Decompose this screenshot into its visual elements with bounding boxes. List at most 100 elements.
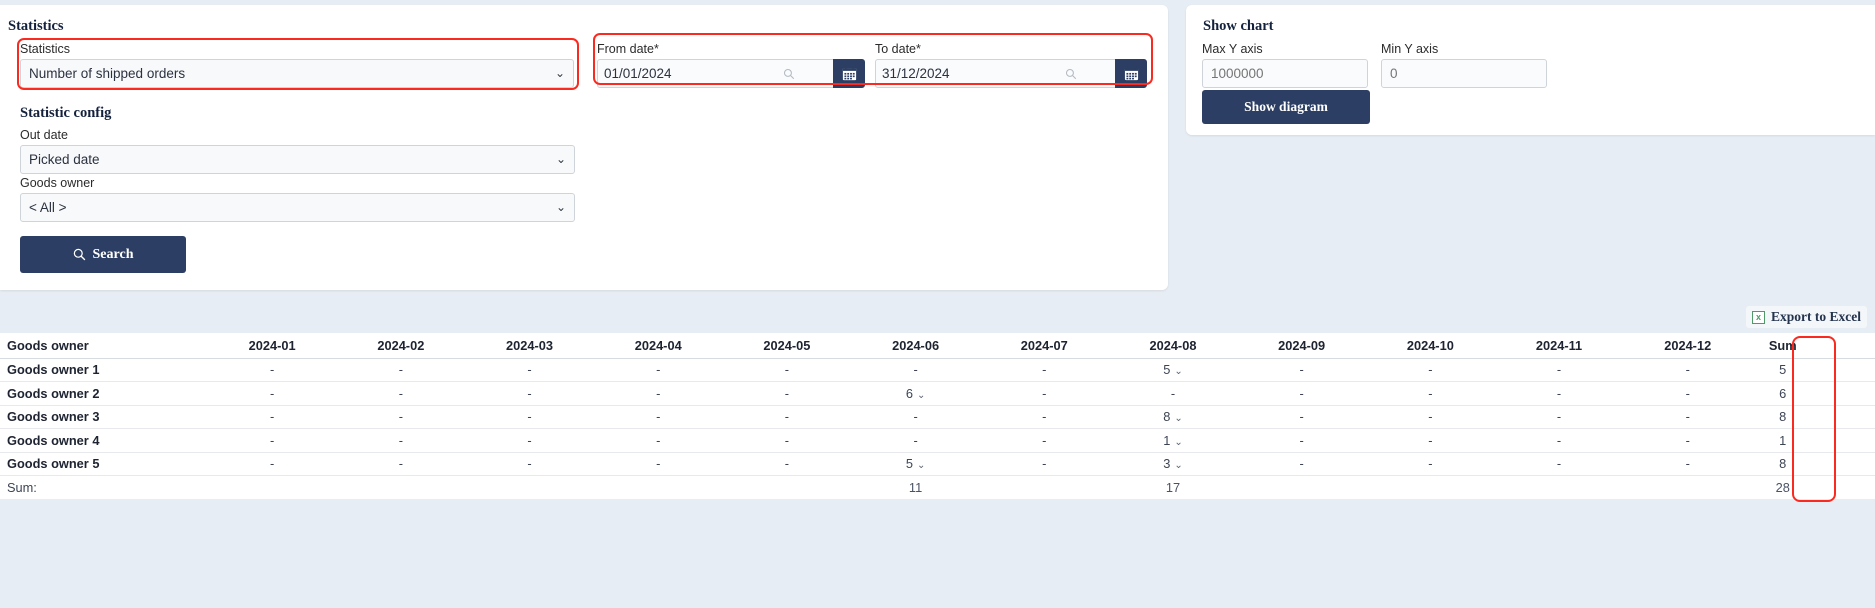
search-icon xyxy=(73,248,85,261)
cell-sum-2024-05 xyxy=(723,476,852,500)
export-to-excel-button[interactable]: x Export to Excel xyxy=(1746,306,1867,328)
cell-sum: 5 xyxy=(1752,358,1814,382)
chevron-down-icon[interactable]: ⌄ xyxy=(917,390,925,401)
cell-2024-04: - xyxy=(593,405,723,429)
cell-2024-06: - xyxy=(851,405,980,429)
cell-sum-label: Sum: xyxy=(7,480,37,495)
search-button[interactable]: Search xyxy=(20,236,186,273)
cell-2024-08[interactable]: 5 ⌄ xyxy=(1108,358,1238,382)
table-row: Goods owner 1- - - - - - -5 ⌄ - - - -5 xyxy=(0,358,1875,382)
cell-2024-07: - xyxy=(979,358,1109,382)
to-date-label: To date* xyxy=(875,42,921,56)
chevron-down-icon[interactable]: ⌄ xyxy=(1174,366,1182,377)
cell-2024-02: - xyxy=(336,428,466,453)
goods-owner-field-group: Goods owner < All > ⌄ xyxy=(20,175,575,222)
cell-grand-total: 28 xyxy=(1775,480,1790,495)
cell-2024-04: - xyxy=(593,381,723,406)
cell-2024-08[interactable]: 8 ⌄ xyxy=(1108,405,1238,429)
table-row: Goods owner 4- - - - - - -1 ⌄ - - - -1 xyxy=(0,428,1875,453)
magnifier-icon xyxy=(1065,68,1077,80)
excel-icon: x xyxy=(1752,310,1765,324)
cell-2024-08[interactable]: 3 ⌄ xyxy=(1108,452,1238,476)
cell-2024-06: - xyxy=(851,358,980,382)
chevron-down-icon[interactable]: ⌄ xyxy=(1174,413,1182,424)
chevron-down-icon[interactable]: ⌄ xyxy=(1174,460,1182,471)
column-header-2024-10[interactable]: 2024-10 xyxy=(1365,333,1495,359)
magnifier-icon xyxy=(783,68,795,80)
column-header-spacer xyxy=(1813,333,1875,359)
statistics-select[interactable]: Number of shipped orders ⌄ xyxy=(20,59,574,88)
statistics-field-label: Statistics xyxy=(20,42,71,56)
column-header-2024-07[interactable]: 2024-07 xyxy=(979,333,1109,359)
to-date-wrapper: 31/12/2024 xyxy=(875,59,1147,88)
cell-2024-06[interactable]: 6 ⌄ xyxy=(851,381,980,406)
table-head: Goods owner 2024-01 2024-02 2024-03 2024… xyxy=(0,333,1875,359)
column-header-2024-09[interactable]: 2024-09 xyxy=(1237,333,1366,359)
cell-sum: 8 xyxy=(1752,452,1814,476)
cell-2024-10: - xyxy=(1365,358,1495,382)
cell-sum-2024-11 xyxy=(1495,476,1624,500)
column-header-2024-04[interactable]: 2024-04 xyxy=(593,333,723,359)
column-header-2024-08[interactable]: 2024-08 xyxy=(1108,333,1238,359)
cell-sum-2024-04 xyxy=(594,476,723,500)
from-date-input[interactable]: 01/01/2024 xyxy=(597,59,833,88)
table-row: Goods owner 3- - - - - - -8 ⌄ - - - -8 xyxy=(0,405,1875,429)
cell-2024-10: - xyxy=(1365,452,1495,476)
to-date-calendar-button[interactable] xyxy=(1115,59,1147,88)
from-date-calendar-button[interactable] xyxy=(833,59,865,88)
cell-2024-03: - xyxy=(465,428,594,453)
min-y-axis-input[interactable] xyxy=(1381,59,1547,88)
cell-spacer xyxy=(1813,476,1875,500)
to-date-value: 31/12/2024 xyxy=(882,66,950,81)
show-diagram-button[interactable]: Show diagram xyxy=(1202,90,1370,124)
max-y-axis-input[interactable] xyxy=(1202,59,1368,88)
cell-2024-04: - xyxy=(593,358,723,382)
table-row: Goods owner 2- - - - -6 ⌄ - - - - - -6 xyxy=(0,381,1875,406)
cell-goods-owner: Goods owner 5 xyxy=(0,452,208,476)
cell-2024-11: - xyxy=(1494,358,1624,382)
cell-spacer xyxy=(1813,428,1875,453)
cell-2024-07: - xyxy=(979,452,1109,476)
column-header-2024-05[interactable]: 2024-05 xyxy=(722,333,852,359)
out-date-select[interactable]: Picked date ⌄ xyxy=(20,145,575,174)
cell-2024-06[interactable]: 5 ⌄ xyxy=(851,452,980,476)
column-header-2024-11[interactable]: 2024-11 xyxy=(1494,333,1624,359)
cell-spacer xyxy=(1813,358,1875,382)
cell-2024-01: - xyxy=(207,428,337,453)
cell-sum-2024-02 xyxy=(336,476,465,500)
column-header-2024-06[interactable]: 2024-06 xyxy=(851,333,980,359)
cell-2024-05: - xyxy=(722,381,852,406)
cell-sum-2024-09 xyxy=(1237,476,1366,500)
cell-2024-12: - xyxy=(1623,405,1753,429)
statistics-panel-title: Statistics xyxy=(8,18,64,34)
column-header-2024-01[interactable]: 2024-01 xyxy=(207,333,337,359)
out-date-field-group: Out date Picked date ⌄ xyxy=(20,127,575,174)
cell-2024-03: - xyxy=(465,358,594,382)
out-date-select-value: Picked date xyxy=(29,152,100,167)
column-header-2024-02[interactable]: 2024-02 xyxy=(336,333,466,359)
cell-2024-11: - xyxy=(1494,405,1624,429)
chevron-down-icon[interactable]: ⌄ xyxy=(917,460,925,471)
to-date-input[interactable]: 31/12/2024 xyxy=(875,59,1115,88)
goods-owner-select[interactable]: < All > ⌄ xyxy=(20,193,575,222)
calendar-icon xyxy=(842,66,856,81)
cell-2024-09: - xyxy=(1237,452,1366,476)
cell-2024-11: - xyxy=(1494,452,1624,476)
from-date-wrapper: 01/01/2024 xyxy=(597,59,865,88)
cell-2024-10: - xyxy=(1365,428,1495,453)
column-header-sum[interactable]: Sum xyxy=(1752,333,1814,359)
statistic-config-title: Statistic config xyxy=(20,105,112,121)
cell-2024-01: - xyxy=(207,358,337,382)
export-to-excel-label: Export to Excel xyxy=(1771,309,1861,324)
cell-2024-09: - xyxy=(1237,405,1366,429)
cell-2024-08[interactable]: 1 ⌄ xyxy=(1108,428,1238,453)
column-header-2024-03[interactable]: 2024-03 xyxy=(465,333,594,359)
goods-owner-label: Goods owner xyxy=(20,176,95,190)
cell-sum-2024-08: 17 xyxy=(1165,480,1181,495)
cell-2024-05: - xyxy=(722,405,852,429)
column-header-2024-12[interactable]: 2024-12 xyxy=(1623,333,1753,359)
statistics-field-group: Statistics Number of shipped orders ⌄ xyxy=(20,41,574,88)
chevron-down-icon[interactable]: ⌄ xyxy=(1174,437,1182,448)
column-header-goods-owner[interactable]: Goods owner xyxy=(0,333,208,359)
show-chart-panel: Show chart Max Y axis Min Y axis Show di… xyxy=(1186,5,1875,135)
